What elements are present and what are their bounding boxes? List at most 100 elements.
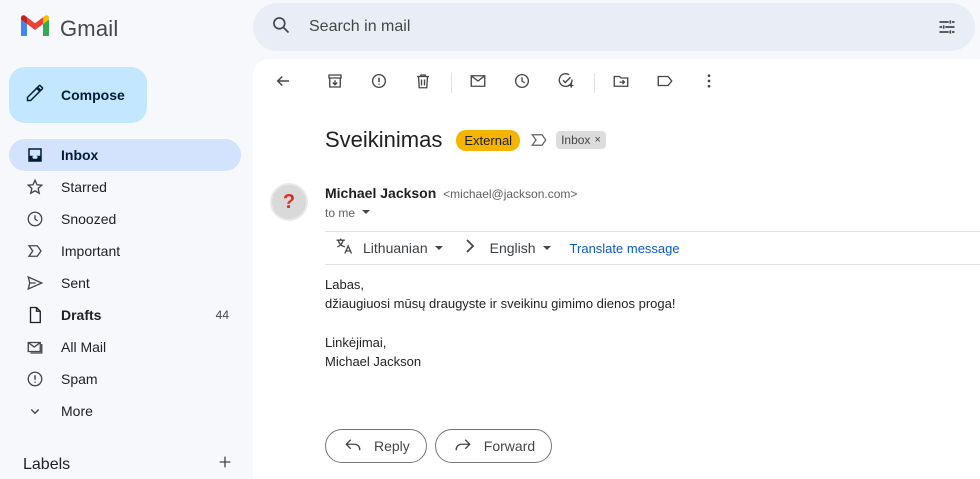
body-line: Labas, [325,277,365,292]
app-name: Gmail [60,15,119,41]
compose-label: Compose [61,87,125,103]
label-icon [656,72,674,95]
sidebar-item-label: Sent [61,275,90,291]
subject-row: Sveikinimas External Inbox × [325,127,606,153]
search-bar [253,3,975,51]
chevron-right-icon [464,238,476,259]
sidebar-item-snoozed[interactable]: Snoozed [9,203,241,235]
important-marker-icon[interactable] [530,133,548,147]
star-icon [25,177,45,197]
sidebar-item-label: More [61,403,93,419]
forward-button[interactable]: Forward [434,429,553,463]
more-vert-icon [700,72,718,95]
sender-email: <michael@jackson.com> [443,187,578,201]
trash-icon [414,72,432,95]
sidebar-item-drafts[interactable]: Drafts 44 [9,299,241,331]
recipient-text: to me [325,206,356,220]
sidebar-item-label: Starred [61,179,107,195]
sidebar-item-count: 44 [215,308,229,322]
sidebar-item-more[interactable]: More [9,395,241,427]
toolbar-divider [594,73,595,93]
caret-down-icon [361,206,371,220]
reply-actions: Reply Forward [325,429,560,463]
sidebar-item-sent[interactable]: Sent [9,267,241,299]
add-label-icon[interactable] [217,454,233,475]
gmail-logo[interactable]: Gmail [19,14,118,43]
reply-label: Reply [374,438,410,454]
sidebar-item-label: Snoozed [61,211,117,227]
external-badge: External [456,129,521,151]
source-language-select[interactable]: Lithuanian [363,240,444,256]
labels-button[interactable] [649,69,681,97]
search-input[interactable] [309,18,869,36]
target-language: English [489,240,536,256]
sidebar-item-label: Inbox [61,147,99,163]
body-line: Michael Jackson [325,354,422,369]
body-line: Linkėjimai, [325,335,387,350]
pencil-icon [25,83,45,108]
mail-icon [469,72,487,95]
sidebar-nav: Inbox Starred Snoozed Important Sent Dra… [9,139,241,427]
move-folder-icon [612,72,630,95]
inbox-icon [25,145,45,165]
report-spam-button[interactable] [363,69,395,97]
chevron-down-icon [25,401,45,421]
sidebar-item-inbox[interactable]: Inbox [9,139,241,171]
back-button[interactable] [267,69,299,97]
message-panel: Sveikinimas External Inbox × ? Michael J… [253,59,980,479]
message-subject: Sveikinimas [325,127,443,152]
delete-button[interactable] [407,69,439,97]
more-options-button[interactable] [693,69,725,97]
message-toolbar [267,69,737,97]
message-body: Labas, džiaugiuosi mūsų draugyste ir sve… [325,275,675,371]
sidebar-item-all-mail[interactable]: All Mail [9,331,241,363]
recipient-details[interactable]: to me [325,206,371,220]
body-line: džiaugiuosi mūsų draugyste ir sveikinu g… [325,296,676,311]
add-task-icon [557,72,575,95]
archive-button[interactable] [319,69,351,97]
all-mail-icon [25,337,45,357]
label-chip-text: Inbox [561,133,591,147]
archive-icon [326,72,344,95]
translate-icon [333,236,355,261]
important-icon [25,241,45,261]
add-to-tasks-button[interactable] [550,69,582,97]
sender-avatar[interactable]: ? [270,183,308,221]
target-language-select[interactable]: English [490,240,552,256]
sidebar-item-label: Drafts [61,307,102,323]
spam-icon [25,369,45,389]
labels-title: Labels [23,455,71,473]
sender-line: Michael Jackson <michael@jackson.com> [325,185,577,201]
unknown-sender-icon: ? [272,185,306,219]
caret-down-icon [542,240,552,256]
forward-icon [454,437,472,456]
draft-icon [25,305,45,325]
sidebar-item-label: Important [61,243,121,259]
caret-down-icon [434,240,444,256]
report-icon [370,72,388,95]
translate-message-link[interactable]: Translate message [570,241,680,256]
sidebar-item-spam[interactable]: Spam [9,363,241,395]
inbox-label-chip: Inbox × [556,131,606,149]
sidebar-item-starred[interactable]: Starred [9,171,241,203]
sender-name[interactable]: Michael Jackson [325,185,436,201]
snooze-button[interactable] [506,69,538,97]
sidebar-item-important[interactable]: Important [9,235,241,267]
arrow-left-icon [274,72,292,95]
search-options-icon[interactable] [937,17,957,42]
remove-label-icon[interactable]: × [594,134,600,146]
clock-icon [25,209,45,229]
search-icon[interactable] [271,15,291,40]
sidebar-item-label: Spam [61,371,98,387]
gmail-m-icon [19,14,51,43]
send-icon [25,273,45,293]
sidebar-item-label: All Mail [61,339,107,355]
labels-header: Labels [23,454,233,475]
forward-label: Forward [483,438,536,454]
reply-button[interactable]: Reply [325,429,427,463]
move-to-button[interactable] [605,69,637,97]
clock-icon [513,72,531,95]
source-language: Lithuanian [363,240,428,256]
mark-unread-button[interactable] [462,69,494,97]
compose-button[interactable]: Compose [9,67,147,123]
